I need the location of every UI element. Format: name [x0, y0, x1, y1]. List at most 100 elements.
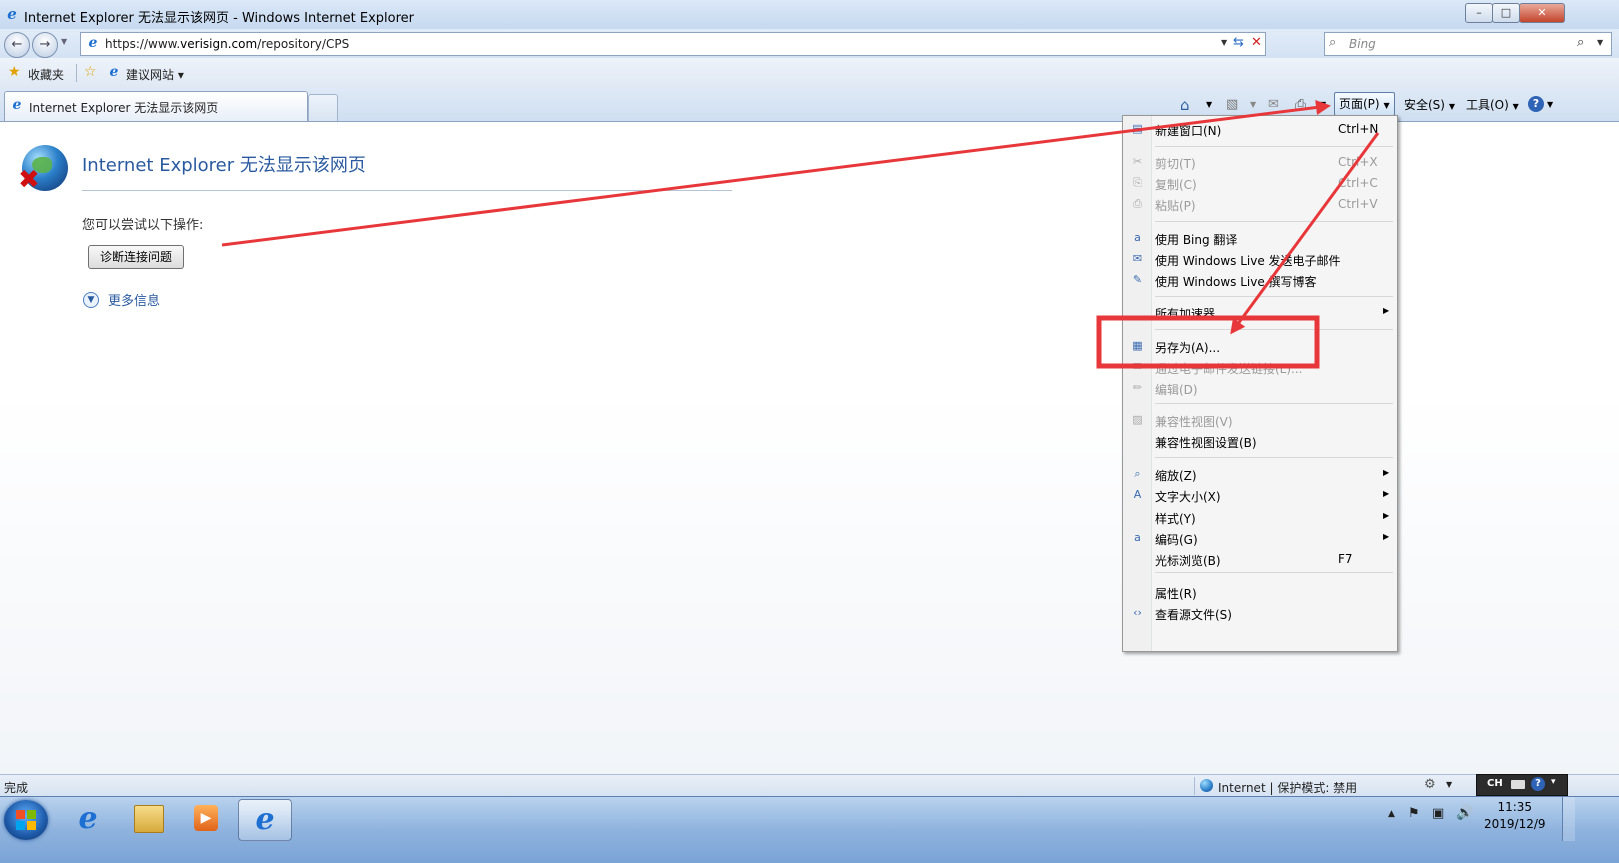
- history-dropdown-icon[interactable]: ▼: [61, 37, 67, 46]
- menu-item[interactable]: A 文字大小(X) ▶: [1123, 485, 1397, 505]
- menu-item[interactable]: ▦ 另存为(A)...: [1123, 336, 1397, 356]
- menu-item-label: 复制(C): [1155, 178, 1197, 192]
- email-link-icon: ✉: [1132, 360, 1143, 373]
- menu-item-label: 编码(G): [1155, 533, 1198, 547]
- favorites-bar: ★ 收藏夹 ☆ e 建议网站 ▾: [0, 58, 1619, 88]
- show-desktop-button[interactable]: [1562, 797, 1575, 841]
- zone-text[interactable]: Internet | 保护模式: 禁用: [1218, 779, 1357, 796]
- help-icon[interactable]: ?: [1528, 96, 1544, 112]
- menu-separator: [1155, 296, 1393, 297]
- menu-item: ⎘ 复制(C) Ctrl+C: [1123, 173, 1397, 193]
- start-button[interactable]: [4, 800, 48, 840]
- menu-item[interactable]: 样式(Y) ▶: [1123, 507, 1397, 527]
- keyboard-icon[interactable]: [1511, 780, 1525, 789]
- volume-icon[interactable]: 🔊: [1456, 805, 1473, 821]
- stop-icon[interactable]: ✕: [1251, 35, 1265, 50]
- menu-item-shortcut: Ctrl+C: [1338, 176, 1378, 190]
- maximize-button[interactable]: □: [1492, 3, 1520, 23]
- suggested-sites-button[interactable]: 建议网站 ▾: [126, 66, 184, 83]
- submenu-arrow-icon: ▶: [1383, 306, 1390, 315]
- menu-item[interactable]: 光标浏览(B) F7: [1123, 549, 1397, 569]
- language-help-icon[interactable]: ?: [1531, 777, 1545, 791]
- print-dropdown-icon[interactable]: ▼: [1320, 94, 1326, 116]
- menu-item-label: 新建窗口(N): [1155, 124, 1222, 138]
- taskbar-explorer-icon[interactable]: [122, 799, 174, 839]
- text-size-icon: A: [1133, 488, 1142, 501]
- menu-item-label: 缩放(Z): [1155, 469, 1197, 483]
- refresh-icon[interactable]: ⇆: [1233, 35, 1251, 50]
- menu-separator: [1155, 146, 1393, 147]
- read-mail-icon[interactable]: ✉: [1268, 94, 1279, 116]
- internet-zone-icon: [1200, 779, 1213, 792]
- home-dropdown-icon[interactable]: ▼: [1206, 94, 1212, 116]
- menu-item-shortcut: Ctrl+N: [1338, 122, 1379, 136]
- tab-active[interactable]: e Internet Explorer 无法显示该网页: [4, 91, 308, 121]
- menu-item-label: 通过电子邮件发送链接(L)...: [1155, 362, 1303, 376]
- diagnose-connection-button[interactable]: 诊断连接问题: [88, 245, 184, 269]
- menu-item-shortcut: Ctrl+V: [1338, 197, 1378, 211]
- menu-separator: [1155, 329, 1393, 330]
- tools-menu-button[interactable]: 工具(O) ▼: [1466, 94, 1519, 116]
- action-center-flag-icon[interactable]: ⚑: [1408, 806, 1420, 821]
- menu-item[interactable]: ✉ 使用 Windows Live 发送电子邮件: [1123, 249, 1397, 269]
- taskbar-media-player-icon[interactable]: ▶: [180, 799, 232, 839]
- search-icon[interactable]: ⌕: [1577, 35, 1584, 50]
- address-bar[interactable]: e https://www.verisign.com/repository/CP…: [80, 32, 1266, 56]
- menu-item[interactable]: ‹› 查看源文件(S): [1123, 603, 1397, 623]
- menu-item-shortcut: F7: [1338, 552, 1353, 566]
- search-box[interactable]: ⌕ Bing ⌕ ▼: [1324, 32, 1612, 56]
- menu-item[interactable]: 所有加速器 ▶: [1123, 302, 1397, 322]
- menu-item: ▨ 兼容性视图(V): [1123, 410, 1397, 430]
- page-menu-button[interactable]: 页面(P) ▼: [1334, 92, 1395, 116]
- address-url[interactable]: https://www.verisign.com/repository/CPS: [105, 37, 349, 51]
- add-favorite-icon[interactable]: ☆: [84, 64, 97, 80]
- forward-button[interactable]: →: [32, 32, 58, 58]
- menu-item: ✂ 剪切(T) Ctrl+X: [1123, 152, 1397, 172]
- clock[interactable]: 11:35 2019/12/9: [1484, 799, 1546, 833]
- new-tab-button[interactable]: [308, 94, 338, 121]
- menu-item-label: 编辑(D): [1155, 383, 1198, 397]
- language-indicator[interactable]: CH: [1487, 778, 1503, 789]
- menu-separator: [1155, 403, 1393, 404]
- close-button[interactable]: ✕: [1519, 3, 1565, 23]
- add-ons-dropdown-icon[interactable]: ▼: [1446, 780, 1452, 789]
- minimize-button[interactable]: –: [1465, 3, 1493, 23]
- windows-logo-icon: [16, 810, 36, 830]
- copy-icon: ⎘: [1133, 176, 1142, 189]
- translate-icon: a: [1134, 231, 1141, 244]
- menu-item[interactable]: a 使用 Bing 翻译: [1123, 228, 1397, 248]
- new-window-icon: ▤: [1132, 122, 1143, 135]
- network-icon[interactable]: ▣: [1432, 806, 1444, 821]
- more-info-link[interactable]: 更多信息: [108, 290, 160, 309]
- menu-item[interactable]: ▤ 新建窗口(N) Ctrl+N: [1123, 119, 1397, 139]
- menu-item: ✏ 编辑(D): [1123, 378, 1397, 398]
- add-ons-icon[interactable]: ⚙: [1424, 777, 1436, 792]
- taskbar-ie-active-icon[interactable]: e: [238, 799, 292, 841]
- menu-item[interactable]: 属性(R): [1123, 582, 1397, 602]
- menu-item[interactable]: ✎ 使用 Windows Live 撰写博客: [1123, 270, 1397, 290]
- menu-item[interactable]: 兼容性视图设置(B): [1123, 431, 1397, 451]
- expand-more-icon[interactable]: ▼: [83, 292, 99, 308]
- submenu-arrow-icon: ▶: [1383, 489, 1390, 498]
- back-button[interactable]: ←: [4, 32, 30, 58]
- menu-item[interactable]: a 编码(G) ▶: [1123, 528, 1397, 548]
- favorites-button[interactable]: 收藏夹: [28, 66, 64, 83]
- feeds-icon[interactable]: ▧: [1226, 94, 1238, 116]
- print-icon[interactable]: ⎙: [1295, 94, 1306, 116]
- submenu-arrow-icon: ▶: [1383, 532, 1390, 541]
- menu-item[interactable]: ⌕ 缩放(Z) ▶: [1123, 464, 1397, 484]
- show-hidden-icons[interactable]: ▲: [1388, 809, 1395, 819]
- menu-item-label: 兼容性视图(V): [1155, 415, 1233, 429]
- menu-item-label: 剪切(T): [1155, 157, 1196, 171]
- home-icon[interactable]: ⌂: [1180, 94, 1190, 116]
- blog-icon: ✎: [1132, 273, 1143, 286]
- help-dropdown-icon[interactable]: ▼: [1547, 94, 1553, 116]
- address-dropdown-icon[interactable]: ▼: [1221, 38, 1227, 47]
- feeds-dropdown-icon[interactable]: ▼: [1250, 94, 1256, 116]
- search-dropdown-icon[interactable]: ▼: [1597, 38, 1603, 47]
- safety-menu-button[interactable]: 安全(S) ▼: [1404, 94, 1455, 116]
- favorites-star-icon: ★: [8, 64, 21, 80]
- menu-item: ✉ 通过电子邮件发送链接(L)...: [1123, 357, 1397, 377]
- taskbar-ie-pinned-icon[interactable]: e: [62, 799, 114, 839]
- language-bar-options-icon[interactable]: ▾: [1551, 777, 1556, 787]
